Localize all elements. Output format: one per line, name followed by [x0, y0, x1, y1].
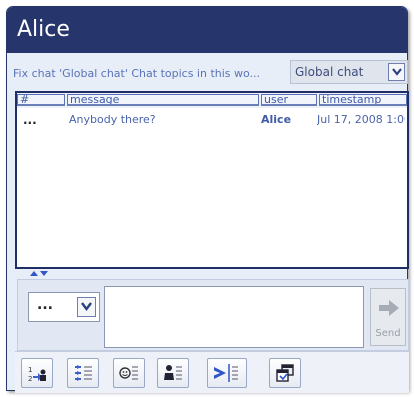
- emoticon-list-icon: [119, 366, 138, 380]
- window-export-button[interactable]: [269, 358, 301, 388]
- row-message: Anybody there?: [69, 113, 156, 126]
- user-list-icon: [164, 365, 182, 380]
- send-label: Send: [375, 328, 401, 339]
- column-header-message[interactable]: message: [67, 94, 259, 106]
- message-type-select[interactable]: ...: [28, 292, 100, 322]
- row-timestamp: Jul 17, 2008 1:00 PM: [317, 113, 405, 126]
- message-input[interactable]: [104, 286, 364, 348]
- row-user: Alice: [261, 113, 292, 126]
- topic-text: Fix chat 'Global chat' Chat topics in th…: [13, 67, 261, 80]
- table-header: # message user timestamp: [17, 93, 407, 108]
- topic-select[interactable]: Global chat: [290, 60, 408, 84]
- column-header-user[interactable]: user: [261, 94, 317, 106]
- sort-users-button[interactable]: 1 2: [21, 358, 53, 388]
- row-num: ...: [23, 113, 37, 127]
- message-table[interactable]: # message user timestamp ... Anybody the…: [15, 91, 409, 269]
- table-row[interactable]: ... Anybody there? Alice Jul 17, 2008 1:…: [17, 113, 407, 133]
- send-arrow-icon: [379, 300, 399, 316]
- composer: ... Send: [17, 279, 409, 351]
- window-export-icon: [276, 364, 294, 382]
- svg-text:1: 1: [28, 366, 32, 374]
- column-header-num[interactable]: #: [17, 94, 65, 106]
- chat-window: Alice Fix chat 'Global chat' Chat topics…: [6, 6, 409, 393]
- topic-select-value: Global chat: [295, 65, 364, 79]
- column-header-timestamp[interactable]: timestamp: [319, 94, 407, 106]
- window-title: Alice: [7, 7, 407, 53]
- list-arrow-icon: [75, 365, 92, 381]
- list-arrow-button[interactable]: [67, 358, 99, 388]
- sort-users-icon: 1 2: [28, 366, 46, 383]
- user-list-button[interactable]: [157, 358, 189, 388]
- send-arrow-list-button[interactable]: [207, 358, 247, 388]
- chevron-down-icon[interactable]: [77, 297, 96, 317]
- toolbar: 1 2: [15, 351, 409, 393]
- send-button[interactable]: Send: [370, 288, 406, 346]
- chevron-down-icon[interactable]: [388, 63, 405, 81]
- emoticon-list-button[interactable]: [113, 358, 145, 388]
- split-divider[interactable]: [15, 269, 409, 277]
- send-arrow-list-icon: [214, 364, 238, 382]
- svg-text:2: 2: [28, 375, 32, 383]
- message-type-value: ...: [37, 297, 53, 313]
- collapse-arrows-icon[interactable]: [29, 269, 49, 277]
